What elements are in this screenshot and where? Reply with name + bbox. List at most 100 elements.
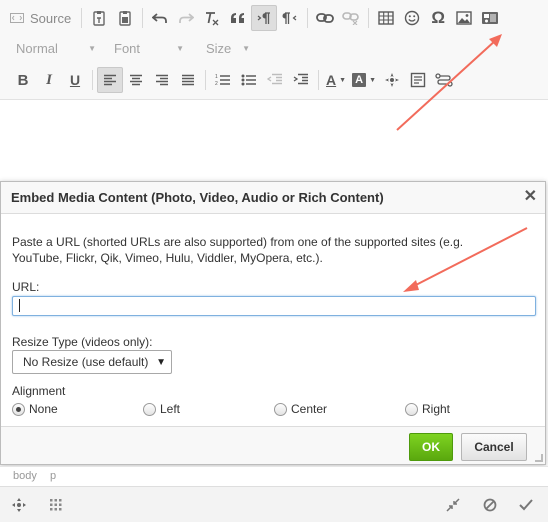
- numbered-list-button[interactable]: 12: [210, 67, 236, 93]
- radio-button-checked[interactable]: [12, 402, 25, 416]
- link-button[interactable]: [312, 5, 338, 31]
- blockquote-button[interactable]: [225, 5, 251, 31]
- indent-button[interactable]: [288, 67, 314, 93]
- grid-icon[interactable]: [46, 495, 66, 515]
- checkmark-icon[interactable]: [516, 495, 536, 515]
- editor-toolbar: Source Ω Normal ▼ Font ▼ Size ▼ B I U 1 …: [0, 0, 548, 100]
- smiley-icon: [404, 10, 420, 26]
- toolbar-separator: [205, 70, 206, 90]
- image-button[interactable]: [451, 5, 477, 31]
- radio-button[interactable]: [405, 402, 418, 416]
- resize-type-label: Resize Type (videos only):: [12, 335, 153, 349]
- paste-text-button[interactable]: [86, 5, 112, 31]
- cancel-button[interactable]: Cancel: [461, 433, 527, 461]
- embed-media-dialog: Embed Media Content (Photo, Video, Audio…: [0, 181, 546, 465]
- paragraph-rtl-icon: [282, 10, 298, 26]
- resize-type-value: No Resize (use default): [23, 355, 149, 369]
- resize-type-select[interactable]: No Resize (use default) ▼: [12, 350, 172, 374]
- indent-icon: [293, 73, 309, 87]
- embed-media-button[interactable]: [477, 5, 503, 31]
- path-item-p[interactable]: p: [50, 470, 56, 482]
- font-color-icon: A: [326, 72, 337, 88]
- font-combo-label: Font: [114, 40, 141, 56]
- ltr-direction-button[interactable]: [251, 5, 278, 31]
- dialog-description: Paste a URL (shorted URLs are also suppo…: [12, 235, 464, 265]
- align-center-button[interactable]: [123, 67, 149, 93]
- radio-alignment-none[interactable]: None: [12, 402, 58, 416]
- collapse-icon[interactable]: [443, 495, 463, 515]
- source-button[interactable]: Source: [4, 5, 77, 31]
- move-icon[interactable]: [9, 495, 29, 515]
- underline-button[interactable]: U: [62, 67, 88, 93]
- align-justify-button[interactable]: [175, 67, 201, 93]
- table-button[interactable]: [373, 5, 399, 31]
- background-color-icon: A: [352, 73, 367, 87]
- toolbar-separator: [81, 8, 83, 28]
- dialog-footer: OK Cancel: [1, 426, 545, 464]
- dialog-title: Embed Media Content (Photo, Video, Audio…: [11, 190, 384, 205]
- italic-button[interactable]: I: [36, 67, 62, 93]
- remove-format-button[interactable]: [199, 5, 225, 31]
- paste-word-button[interactable]: [112, 5, 138, 31]
- rtl-direction-button[interactable]: [277, 5, 303, 31]
- radio-alignment-center[interactable]: Center: [274, 402, 327, 416]
- align-left-icon: [103, 74, 117, 86]
- radio-alignment-right[interactable]: Right: [405, 402, 450, 416]
- format-combo[interactable]: Normal ▼: [8, 35, 102, 61]
- toolbar-separator: [318, 70, 319, 90]
- outdent-button[interactable]: [262, 67, 288, 93]
- font-combo[interactable]: Font ▼: [106, 35, 190, 61]
- remove-format-icon: [204, 10, 220, 26]
- source-icon: [10, 12, 24, 24]
- font-color-button[interactable]: A ▼: [323, 67, 349, 93]
- toolbar-separator: [368, 8, 370, 28]
- chevron-down-icon: ▼: [156, 356, 166, 368]
- close-icon[interactable]: ✕: [524, 189, 537, 205]
- svg-text:2: 2: [215, 81, 218, 87]
- text-cursor: [19, 299, 20, 312]
- size-combo-label: Size: [206, 40, 232, 56]
- chevron-down-icon: ▼: [88, 43, 96, 53]
- align-left-button[interactable]: [97, 67, 123, 93]
- smiley-button[interactable]: [399, 5, 425, 31]
- cancel-circle-icon[interactable]: [480, 495, 500, 515]
- size-combo[interactable]: Size ▼: [198, 35, 256, 61]
- undo-button[interactable]: [147, 5, 173, 31]
- numbered-list-icon: 12: [215, 73, 231, 87]
- flow-button[interactable]: [431, 67, 457, 93]
- align-right-button[interactable]: [149, 67, 175, 93]
- templates-icon: [410, 72, 426, 88]
- show-blocks-button[interactable]: [379, 67, 405, 93]
- path-item-body[interactable]: body: [13, 470, 37, 482]
- background-color-button[interactable]: A ▼: [349, 67, 379, 93]
- link-icon: [316, 12, 335, 24]
- url-input[interactable]: [12, 296, 536, 316]
- underline-icon: U: [69, 72, 81, 88]
- ok-button[interactable]: OK: [409, 433, 453, 461]
- unlink-icon: [342, 11, 360, 25]
- undo-icon: [152, 11, 168, 25]
- quote-icon: [230, 12, 246, 24]
- radio-button[interactable]: [274, 402, 287, 416]
- italic-icon: I: [46, 71, 52, 88]
- flow-icon: [435, 72, 453, 88]
- omega-icon: Ω: [431, 8, 446, 27]
- redo-icon: [178, 11, 195, 25]
- unlink-button[interactable]: [338, 5, 364, 31]
- dialog-title-bar[interactable]: Embed Media Content (Photo, Video, Audio…: [1, 182, 545, 214]
- resize-grip-icon[interactable]: [535, 454, 543, 462]
- element-path-bar: body p: [0, 466, 548, 484]
- align-right-icon: [155, 74, 169, 86]
- bold-button[interactable]: B: [10, 67, 36, 93]
- bulleted-list-button[interactable]: [236, 67, 262, 93]
- outdent-icon: [267, 73, 283, 87]
- special-char-button[interactable]: Ω: [425, 5, 451, 31]
- chevron-down-icon: ▼: [176, 43, 184, 53]
- align-justify-icon: [181, 74, 195, 86]
- templates-button[interactable]: [405, 67, 431, 93]
- redo-button[interactable]: [173, 5, 199, 31]
- radio-button[interactable]: [143, 402, 156, 416]
- radio-alignment-left[interactable]: Left: [143, 402, 180, 416]
- radio-label: Left: [160, 402, 181, 416]
- toolbar-row-3: B I U 12 A ▼ A ▼: [0, 66, 457, 94]
